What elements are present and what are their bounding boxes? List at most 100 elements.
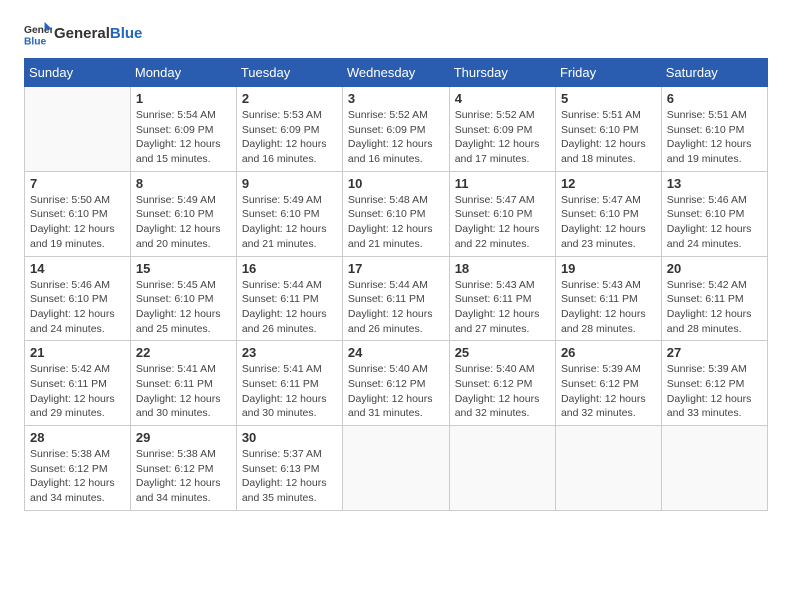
day-number: 7	[30, 176, 125, 191]
calendar-day-cell	[25, 87, 131, 172]
day-info: Sunrise: 5:47 AMSunset: 6:10 PMDaylight:…	[455, 193, 550, 252]
day-number: 6	[667, 91, 762, 106]
calendar: SundayMondayTuesdayWednesdayThursdayFrid…	[24, 58, 768, 511]
day-number: 23	[242, 345, 337, 360]
weekday-header: Tuesday	[236, 59, 342, 87]
day-number: 3	[348, 91, 444, 106]
day-number: 10	[348, 176, 444, 191]
calendar-day-cell	[555, 426, 661, 511]
day-number: 4	[455, 91, 550, 106]
day-info: Sunrise: 5:47 AMSunset: 6:10 PMDaylight:…	[561, 193, 656, 252]
calendar-day-cell: 8Sunrise: 5:49 AMSunset: 6:10 PMDaylight…	[130, 171, 236, 256]
svg-text:Blue: Blue	[24, 36, 47, 47]
calendar-day-cell: 10 Sunrise: 5:48 AMSunset: 6:10 PMDayligh…	[342, 171, 449, 256]
logo-general: General	[54, 25, 110, 42]
calendar-day-cell: 27Sunrise: 5:39 AMSunset: 6:12 PMDayligh…	[661, 341, 767, 426]
calendar-day-cell: 30 Sunrise: 5:37 AMSunset: 6:13 PMDayligh…	[236, 426, 342, 511]
calendar-day-cell: 1 Sunrise: 5:54 AMSunset: 6:09 PMDaylight…	[130, 87, 236, 172]
day-number: 17	[348, 261, 444, 276]
day-number: 21	[30, 345, 125, 360]
day-number: 5	[561, 91, 656, 106]
calendar-day-cell: 9Sunrise: 5:49 AMSunset: 6:10 PMDaylight…	[236, 171, 342, 256]
calendar-day-cell: 24Sunrise: 5:40 AMSunset: 6:12 PMDayligh…	[342, 341, 449, 426]
day-info: Sunrise: 5:54 AMSunset: 6:09 PMDaylight:…	[136, 108, 231, 167]
calendar-day-cell: 18 Sunrise: 5:43 AMSunset: 6:11 PMDayligh…	[449, 256, 555, 341]
calendar-day-cell: 22 Sunrise: 5:41 AMSunset: 6:11 PMDayligh…	[130, 341, 236, 426]
weekday-header: Thursday	[449, 59, 555, 87]
day-number: 12	[561, 176, 656, 191]
weekday-header: Wednesday	[342, 59, 449, 87]
day-info: Sunrise: 5:53 AMSunset: 6:09 PMDaylight:…	[242, 108, 337, 167]
calendar-week-row: 1 Sunrise: 5:54 AMSunset: 6:09 PMDaylight…	[25, 87, 768, 172]
day-number: 28	[30, 430, 125, 445]
calendar-day-cell	[342, 426, 449, 511]
day-number: 30	[242, 430, 337, 445]
day-number: 20	[667, 261, 762, 276]
calendar-day-cell: 5 Sunrise: 5:51 AMSunset: 6:10 PMDaylight…	[555, 87, 661, 172]
day-number: 22	[136, 345, 231, 360]
day-info: Sunrise: 5:48 AMSunset: 6:10 PMDaylight:…	[348, 193, 444, 252]
day-info: Sunrise: 5:46 AMSunset: 6:10 PMDaylight:…	[667, 193, 762, 252]
day-number: 18	[455, 261, 550, 276]
calendar-day-cell: 6Sunrise: 5:51 AMSunset: 6:10 PMDaylight…	[661, 87, 767, 172]
day-info: Sunrise: 5:46 AMSunset: 6:10 PMDaylight:…	[30, 278, 125, 337]
calendar-day-cell: 12 Sunrise: 5:47 AMSunset: 6:10 PMDayligh…	[555, 171, 661, 256]
day-info: Sunrise: 5:44 AMSunset: 6:11 PMDaylight:…	[242, 278, 337, 337]
calendar-day-cell: 3 Sunrise: 5:52 AMSunset: 6:09 PMDaylight…	[342, 87, 449, 172]
calendar-day-cell: 20 Sunrise: 5:42 AMSunset: 6:11 PMDayligh…	[661, 256, 767, 341]
day-number: 2	[242, 91, 337, 106]
day-number: 26	[561, 345, 656, 360]
calendar-week-row: 14Sunrise: 5:46 AMSunset: 6:10 PMDayligh…	[25, 256, 768, 341]
calendar-day-cell	[449, 426, 555, 511]
day-info: Sunrise: 5:40 AMSunset: 6:12 PMDaylight:…	[455, 362, 550, 421]
calendar-day-cell: 26 Sunrise: 5:39 AMSunset: 6:12 PMDayligh…	[555, 341, 661, 426]
calendar-day-cell: 11 Sunrise: 5:47 AMSunset: 6:10 PMDayligh…	[449, 171, 555, 256]
calendar-day-cell	[661, 426, 767, 511]
day-info: Sunrise: 5:52 AMSunset: 6:09 PMDaylight:…	[455, 108, 550, 167]
day-info: Sunrise: 5:37 AMSunset: 6:13 PMDaylight:…	[242, 447, 337, 506]
day-number: 13	[667, 176, 762, 191]
day-info: Sunrise: 5:38 AMSunset: 6:12 PMDaylight:…	[30, 447, 125, 506]
calendar-day-cell: 29 Sunrise: 5:38 AMSunset: 6:12 PMDayligh…	[130, 426, 236, 511]
day-number: 16	[242, 261, 337, 276]
calendar-day-cell: 25Sunrise: 5:40 AMSunset: 6:12 PMDayligh…	[449, 341, 555, 426]
header: General Blue GeneralBlue	[24, 20, 768, 48]
calendar-day-cell: 13 Sunrise: 5:46 AMSunset: 6:10 PMDayligh…	[661, 171, 767, 256]
calendar-day-cell: 4 Sunrise: 5:52 AMSunset: 6:09 PMDaylight…	[449, 87, 555, 172]
calendar-day-cell: 2 Sunrise: 5:53 AMSunset: 6:09 PMDaylight…	[236, 87, 342, 172]
calendar-day-cell: 7 Sunrise: 5:50 AMSunset: 6:10 PMDaylight…	[25, 171, 131, 256]
day-info: Sunrise: 5:50 AMSunset: 6:10 PMDaylight:…	[30, 193, 125, 252]
day-info: Sunrise: 5:42 AMSunset: 6:11 PMDaylight:…	[667, 278, 762, 337]
weekday-header: Friday	[555, 59, 661, 87]
day-number: 11	[455, 176, 550, 191]
day-number: 19	[561, 261, 656, 276]
logo-blue: Blue	[110, 25, 143, 42]
calendar-day-cell: 23 Sunrise: 5:41 AMSunset: 6:11 PMDayligh…	[236, 341, 342, 426]
day-info: Sunrise: 5:42 AMSunset: 6:11 PMDaylight:…	[30, 362, 125, 421]
calendar-day-cell: 19Sunrise: 5:43 AMSunset: 6:11 PMDayligh…	[555, 256, 661, 341]
day-info: Sunrise: 5:39 AMSunset: 6:12 PMDaylight:…	[561, 362, 656, 421]
day-info: Sunrise: 5:44 AMSunset: 6:11 PMDaylight:…	[348, 278, 444, 337]
day-number: 29	[136, 430, 231, 445]
calendar-day-cell: 15Sunrise: 5:45 AMSunset: 6:10 PMDayligh…	[130, 256, 236, 341]
day-number: 27	[667, 345, 762, 360]
day-number: 1	[136, 91, 231, 106]
day-info: Sunrise: 5:45 AMSunset: 6:10 PMDaylight:…	[136, 278, 231, 337]
calendar-day-cell: 28 Sunrise: 5:38 AMSunset: 6:12 PMDayligh…	[25, 426, 131, 511]
day-info: Sunrise: 5:51 AMSunset: 6:10 PMDaylight:…	[561, 108, 656, 167]
weekday-header: Sunday	[25, 59, 131, 87]
calendar-day-cell: 16 Sunrise: 5:44 AMSunset: 6:11 PMDayligh…	[236, 256, 342, 341]
weekday-header: Saturday	[661, 59, 767, 87]
weekday-header: Monday	[130, 59, 236, 87]
calendar-header-row: SundayMondayTuesdayWednesdayThursdayFrid…	[25, 59, 768, 87]
day-info: Sunrise: 5:41 AMSunset: 6:11 PMDaylight:…	[242, 362, 337, 421]
day-info: Sunrise: 5:43 AMSunset: 6:11 PMDaylight:…	[455, 278, 550, 337]
calendar-week-row: 7 Sunrise: 5:50 AMSunset: 6:10 PMDaylight…	[25, 171, 768, 256]
day-number: 24	[348, 345, 444, 360]
day-info: Sunrise: 5:38 AMSunset: 6:12 PMDaylight:…	[136, 447, 231, 506]
day-info: Sunrise: 5:41 AMSunset: 6:11 PMDaylight:…	[136, 362, 231, 421]
day-info: Sunrise: 5:52 AMSunset: 6:09 PMDaylight:…	[348, 108, 444, 167]
calendar-day-cell: 14Sunrise: 5:46 AMSunset: 6:10 PMDayligh…	[25, 256, 131, 341]
day-info: Sunrise: 5:49 AMSunset: 6:10 PMDaylight:…	[242, 193, 337, 252]
day-number: 8	[136, 176, 231, 191]
